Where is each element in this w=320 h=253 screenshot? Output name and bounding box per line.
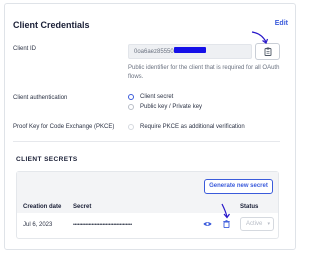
row-secret-masked: •••••••••••••••••••••••••••••••••••••• [73, 222, 132, 228]
trash-icon[interactable] [223, 220, 230, 228]
radio-client-secret-label: Client secret [140, 94, 174, 100]
redaction-mark [174, 47, 206, 53]
radio-client-secret[interactable]: Client secret [128, 94, 173, 100]
edit-link[interactable]: Edit [275, 20, 288, 27]
checkbox-unchecked-icon [128, 124, 134, 130]
row-creation-date: Jul 6, 2023 [23, 222, 53, 228]
pkce-checkbox[interactable]: Require PKCE as additional verification [128, 124, 245, 130]
client-id-help: Public identifier for the client that is… [128, 65, 280, 80]
page-title: Client Credentials [13, 20, 90, 30]
generate-secret-button[interactable]: Generate new secret [204, 179, 273, 194]
secrets-table: Generate new secret Creation date Secret… [16, 171, 279, 239]
column-status: Status [240, 204, 259, 210]
annotation-arrow-copy [251, 31, 269, 44]
radio-unchecked-icon [128, 104, 134, 110]
status-value: Active [246, 221, 263, 227]
radio-checked-icon [128, 94, 134, 100]
client-id-label: Client ID [13, 46, 37, 52]
annotation-arrow-delete [221, 203, 230, 219]
radio-public-private-key[interactable]: Public key / Private key [128, 104, 202, 110]
client-id-value: 0oa6aez85550 [134, 49, 174, 55]
eye-icon[interactable] [203, 221, 212, 227]
section-divider [13, 141, 280, 142]
pkce-label: Proof Key for Code Exchange (PKCE) [13, 124, 115, 130]
chevron-down-icon: ▾ [267, 221, 270, 227]
status-select[interactable]: Active ▾ [240, 217, 274, 231]
radio-public-key-label: Public key / Private key [140, 104, 203, 110]
column-creation-date: Creation date [23, 204, 62, 210]
column-secret: Secret [73, 204, 92, 210]
pkce-option-label: Require PKCE as additional verification [140, 124, 245, 130]
client-secrets-title: CLIENT SECRETS [16, 156, 78, 163]
clipboard-icon [264, 47, 271, 56]
client-auth-label: Client authentication [13, 95, 68, 101]
